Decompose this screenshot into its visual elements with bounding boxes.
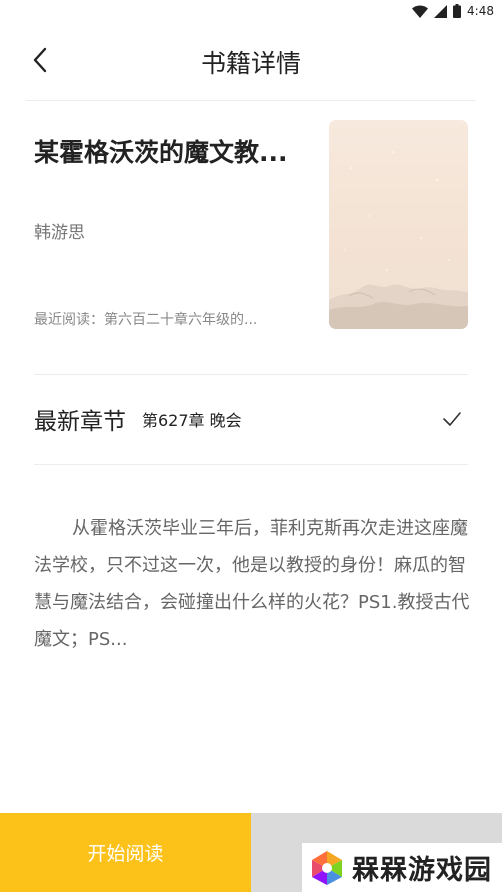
- book-title: 某霍格沃茨的魔文教...: [34, 138, 288, 167]
- section-divider: [34, 464, 468, 465]
- watermark: 槑槑游戏园: [302, 843, 502, 892]
- header-divider: [26, 100, 476, 101]
- signal-icon: [434, 4, 448, 18]
- battery-icon: [453, 4, 462, 18]
- status-bar: 4:48: [0, 0, 502, 22]
- latest-chapter-label: 最新章节: [34, 409, 126, 435]
- page-title: 书籍详情: [200, 49, 301, 78]
- book-synopsis: 从霍格沃茨毕业三年后，菲利克斯再次走进这座魔法学校，只不过这一次，他是以教授的身…: [34, 518, 470, 650]
- header: 书籍详情: [0, 30, 502, 92]
- book-author: 韩游思: [34, 223, 85, 243]
- status-icons: 4:48: [412, 3, 494, 19]
- book-cover: [329, 120, 468, 329]
- wifi-icon: [412, 5, 429, 18]
- start-reading-button[interactable]: 开始阅读: [0, 813, 251, 892]
- watermark-logo-icon: [312, 850, 342, 885]
- status-time: 4:48: [467, 4, 494, 18]
- latest-chapter-row[interactable]: 最新章节 第627章 晚会: [34, 395, 468, 443]
- recent-read[interactable]: 最近阅读：第六百二十章六年级的...: [34, 309, 304, 329]
- cover-art: [329, 151, 468, 329]
- watermark-text: 槑槑游戏园: [352, 855, 492, 886]
- check-icon: [443, 412, 461, 426]
- section-divider: [34, 374, 468, 375]
- latest-chapter-title: 第627章 晚会: [142, 411, 242, 430]
